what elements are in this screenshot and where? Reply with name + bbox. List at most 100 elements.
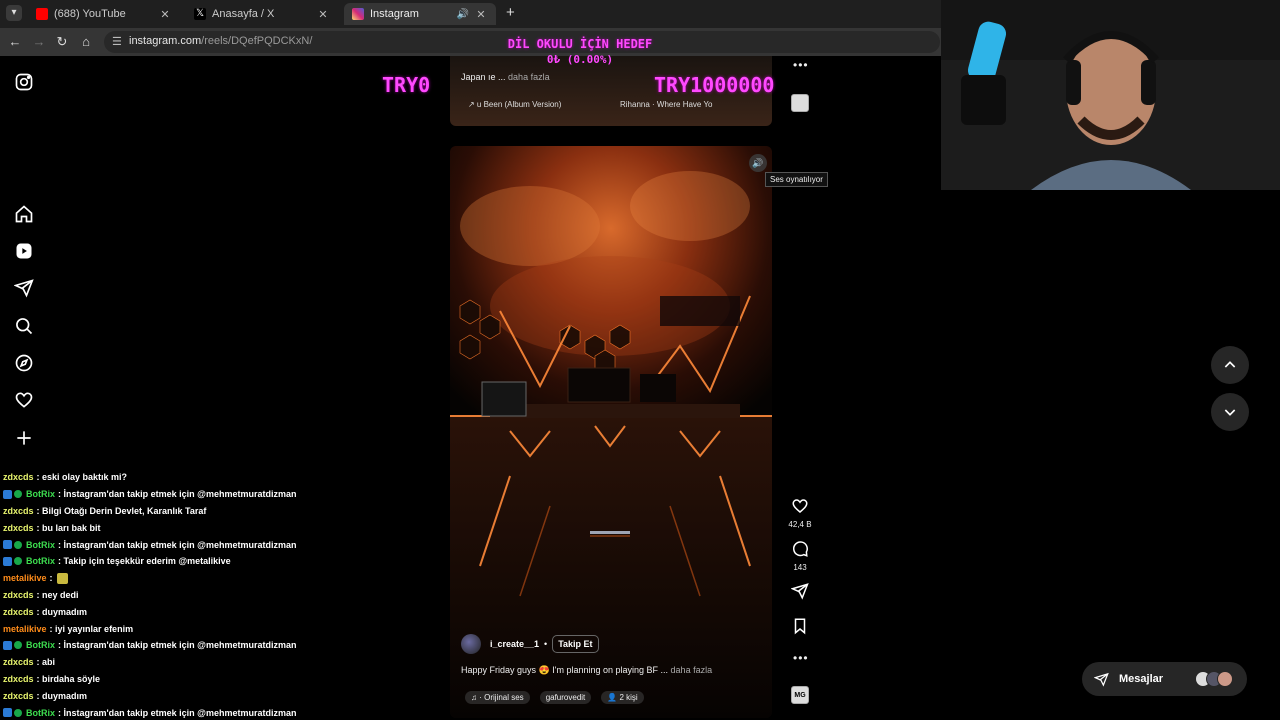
- chat-text: : İnstagram'dan takip etmek için @mehmet…: [58, 539, 297, 550]
- tab-x[interactable]: 𝕏 Anasayfa / X ✕: [186, 3, 338, 25]
- chat-username: zdxcds: [3, 589, 34, 600]
- send-icon[interactable]: [13, 278, 34, 298]
- reel-more-icon[interactable]: •••: [793, 651, 809, 665]
- send-icon: [790, 583, 809, 600]
- chat-message: zdxcds: Bilgi Otağı Derin Devlet, Karanl…: [3, 503, 443, 520]
- chat-message: zdxcds: eski olay baktık mi?: [3, 469, 443, 486]
- chat-message: BotRix: İnstagram'dan takip etmek için @…: [3, 536, 443, 553]
- chat-text: : birdaha söyle: [36, 673, 101, 684]
- previous-reel-caption: Japan ıe ... daha fazla: [461, 72, 550, 82]
- reels-icon[interactable]: [14, 241, 34, 261]
- chat-message: metalikive: iyi yayınlar efenim: [3, 620, 443, 637]
- explore-icon[interactable]: [14, 353, 34, 373]
- verified-badge-icon: [14, 641, 22, 650]
- share-button[interactable]: [789, 582, 811, 605]
- chat-message: zdxcds: bu ları bak bit: [3, 519, 443, 536]
- tab-search-button[interactable]: ▾: [6, 5, 22, 21]
- reload-icon[interactable]: ↻: [54, 34, 70, 50]
- bot-badge-icon: [3, 708, 12, 718]
- screen: ▾ (688) YouTube ✕ 𝕏 Anasayfa / X ✕ Insta…: [0, 0, 1280, 720]
- tab-title: (688) YouTube: [54, 8, 126, 20]
- close-tab-icon[interactable]: ✕: [316, 8, 330, 21]
- previous-reel-song[interactable]: Rihanna · Where Have Yo: [620, 100, 713, 109]
- audio-toggle-button[interactable]: 🔊: [749, 154, 767, 172]
- save-button[interactable]: [789, 617, 811, 640]
- tab-title: Anasayfa / X: [212, 8, 275, 20]
- messages-button[interactable]: Mesajlar: [1082, 662, 1247, 696]
- goal-target: TRY1000000: [654, 73, 775, 97]
- chat-username: BotRix: [26, 707, 55, 718]
- caption-text: Happy Friday guys 😍 I'm planning on play…: [461, 665, 669, 675]
- previous-reel-button[interactable]: [1211, 346, 1249, 384]
- verified-badge-icon: [14, 557, 22, 566]
- chat-message: zdxcds: duymadım: [3, 687, 443, 704]
- chat-username: zdxcds: [3, 505, 34, 516]
- caption-text: Japan ıe ...: [461, 72, 506, 82]
- chat-text: : Takip için teşekkür ederim @metalikive: [58, 556, 231, 567]
- url-text: instagram.com/reels/DQefPQDCKxN/: [129, 35, 312, 47]
- chat-username: metalikive: [3, 573, 47, 584]
- chat-message: zdxcds: birdaha söyle: [3, 671, 443, 688]
- instagram-logo-icon[interactable]: [14, 72, 34, 92]
- reel-video-frame: [450, 146, 772, 718]
- tab-title: Instagram: [370, 8, 419, 20]
- webcam-frame: [941, 0, 1280, 190]
- previous-reel-audio[interactable]: ↗ u Been (Album Version): [468, 100, 561, 109]
- chat-username: zdxcds: [3, 606, 34, 617]
- tagged-people-pill[interactable]: 👤 2 kişi: [601, 691, 644, 704]
- close-tab-icon[interactable]: ✕: [158, 8, 172, 21]
- forward-icon[interactable]: →: [31, 34, 47, 50]
- chat-username: zdxcds: [3, 522, 34, 533]
- url-host: instagram.com: [129, 35, 202, 47]
- bot-badge-icon: [3, 640, 12, 650]
- chat-username: metalikive: [3, 623, 47, 634]
- chat-message: BotRix: Takip için teşekkür ederim @meta…: [3, 553, 443, 570]
- previous-audio-thumb[interactable]: [791, 94, 809, 112]
- chat-username: BotRix: [26, 556, 55, 567]
- create-icon[interactable]: [14, 428, 34, 448]
- chat-username: BotRix: [26, 640, 55, 651]
- chat-username: zdxcds: [3, 690, 34, 701]
- chat-username: zdxcds: [3, 472, 34, 483]
- chat-text: : duymadım: [36, 606, 88, 617]
- more-link[interactable]: daha fazla: [671, 665, 713, 675]
- home-icon[interactable]: ⌂: [78, 34, 94, 50]
- author-username[interactable]: i_create__1: [490, 639, 539, 649]
- tab-instagram[interactable]: Instagram 🔊 ✕: [344, 3, 496, 25]
- chat-text: : iyi yayınlar efenim: [49, 623, 134, 634]
- follow-button[interactable]: Takip Et: [552, 635, 599, 653]
- audio-tooltip: Ses oynatılıyor: [765, 172, 828, 187]
- audio-user-pill[interactable]: gafurovedit: [539, 691, 592, 704]
- audio-thumb[interactable]: MG: [791, 686, 809, 704]
- avatar: [1217, 671, 1233, 687]
- home-icon[interactable]: [14, 204, 34, 224]
- instagram-favicon-icon: [352, 8, 364, 20]
- chat-text: : bu ları bak bit: [36, 522, 101, 533]
- search-icon[interactable]: [14, 316, 34, 336]
- chat-message: metalikive:: [3, 570, 443, 587]
- next-reel-button[interactable]: [1211, 393, 1249, 431]
- reel-meta: ♫ · Orijinal ses gafurovedit 👤 2 kişi: [465, 691, 644, 704]
- reel-author: i_create__1 • Takip Et: [461, 634, 599, 654]
- heart-icon[interactable]: [14, 390, 34, 410]
- comment-icon: [793, 541, 808, 557]
- more-link[interactable]: daha fazla: [508, 72, 550, 82]
- author-avatar[interactable]: [461, 634, 481, 654]
- reel-video[interactable]: [450, 146, 772, 718]
- goal-title: DİL OKULU İÇİN HEDEF: [507, 37, 653, 51]
- verified-badge-icon: [14, 708, 22, 717]
- back-icon[interactable]: ←: [7, 34, 23, 50]
- comment-button[interactable]: 143: [789, 540, 811, 572]
- close-tab-icon[interactable]: ✕: [474, 8, 488, 21]
- original-audio-pill[interactable]: ♫ · Orijinal ses: [465, 691, 530, 704]
- messages-label: Mesajlar: [1119, 673, 1164, 685]
- tab-audio-icon[interactable]: 🔊: [456, 9, 470, 20]
- tab-youtube[interactable]: (688) YouTube ✕: [28, 3, 180, 25]
- author-separator: •: [544, 639, 548, 649]
- previous-reel-more-icon[interactable]: •••: [793, 58, 809, 72]
- site-info-icon[interactable]: ☰: [112, 35, 122, 48]
- bot-badge-icon: [3, 489, 12, 499]
- new-tab-button[interactable]: +: [506, 4, 515, 21]
- chat-text: : Bilgi Otağı Derin Devlet, Karanlık Tar…: [36, 505, 207, 516]
- like-button[interactable]: 42,4 B: [788, 497, 812, 529]
